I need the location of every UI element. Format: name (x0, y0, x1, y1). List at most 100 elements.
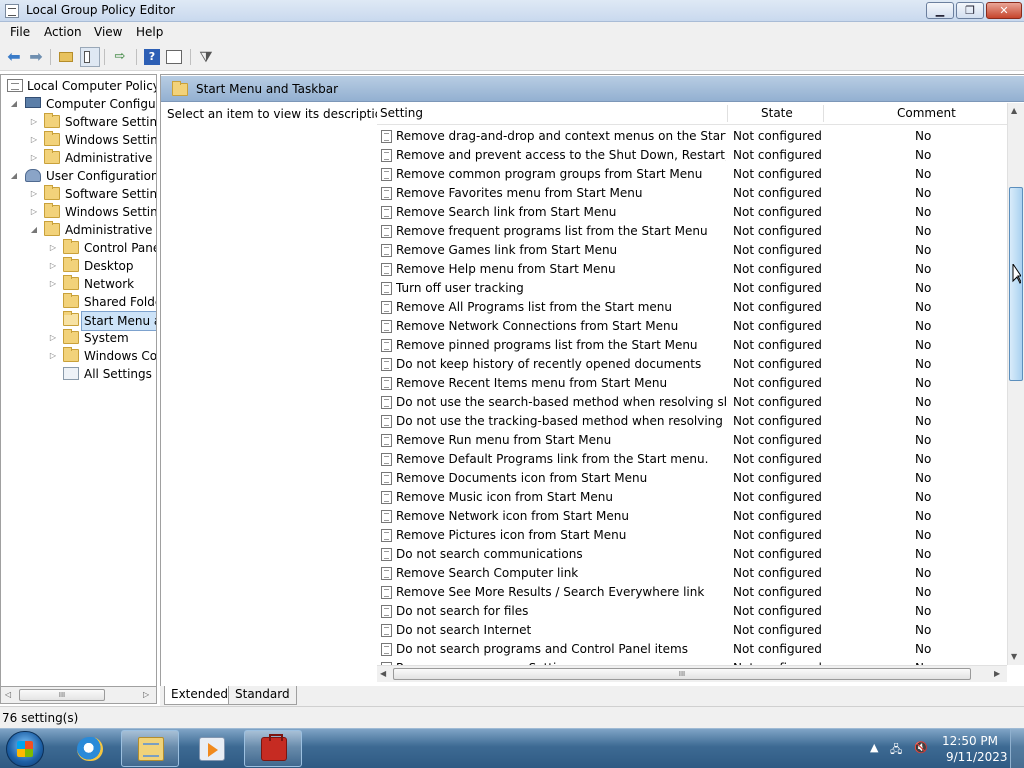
tree-node-desktop[interactable]: ▷ Desktop (3, 257, 156, 275)
expand-icon[interactable]: ▷ (29, 113, 39, 131)
tree-node-network[interactable]: ▷ Network (3, 275, 156, 293)
expand-icon[interactable]: ▷ (48, 239, 58, 257)
taskbar-button-media-player[interactable] (182, 730, 240, 767)
setting-row[interactable]: Remove common program groups from Start … (377, 165, 1007, 184)
collapse-icon[interactable]: ◢ (9, 167, 19, 185)
tree-node-windows-settings[interactable]: ▷ Windows Setting (3, 203, 156, 221)
show-desktop-button[interactable] (1010, 729, 1024, 768)
scroll-thumb[interactable] (1009, 187, 1023, 381)
setting-row[interactable]: Remove Recent Items menu from Start Menu… (377, 374, 1007, 393)
close-button[interactable]: ✕ (986, 2, 1022, 19)
setting-row[interactable]: Remove Help menu from Start Menu Not conf… (377, 260, 1007, 279)
tree-node-software-settings[interactable]: ▷ Software Settings (3, 113, 156, 131)
tree-node-administrative-templates[interactable]: ◢ Administrative Te (3, 221, 156, 239)
setting-row[interactable]: Remove Favorites menu from Start Menu Not… (377, 184, 1007, 203)
menu-view[interactable]: View (94, 25, 122, 39)
taskbar-button-explorer[interactable] (121, 730, 179, 767)
start-button[interactable] (6, 731, 44, 767)
scroll-up-arrow-icon[interactable]: ▲ (1011, 106, 1017, 115)
tab-extended[interactable]: Extended (164, 686, 235, 705)
clock-time[interactable]: 12:50 PM (942, 734, 998, 748)
clock-date[interactable]: 9/11/2023 (946, 750, 1008, 764)
list-vertical-scrollbar[interactable]: ▲ ▼ (1007, 103, 1024, 665)
tab-standard[interactable]: Standard (228, 686, 297, 705)
setting-row[interactable]: Do not keep history of recently opened d… (377, 355, 1007, 374)
show-hidden-icons-icon[interactable]: ▲ (870, 741, 878, 754)
tree-node-start-menu-and-taskbar[interactable]: Start Menu ar (3, 311, 156, 331)
network-icon[interactable]: 🖧 (890, 741, 902, 760)
export-list-icon[interactable]: ⇨ (110, 47, 130, 67)
minimize-button[interactable]: ▁ (926, 2, 954, 19)
expand-icon[interactable]: ▷ (29, 203, 39, 221)
properties-icon[interactable] (164, 47, 184, 67)
expand-icon[interactable]: ▷ (48, 347, 58, 365)
setting-row[interactable]: Do not use the search-based method when … (377, 393, 1007, 412)
filter-icon[interactable]: ⧩ (196, 47, 216, 67)
setting-row[interactable]: Do not search programs and Control Panel… (377, 640, 1007, 659)
gpedit-app-icon[interactable] (5, 4, 19, 18)
setting-row[interactable]: Do not use the tracking-based method whe… (377, 412, 1007, 431)
forward-arrow-icon[interactable]: ➡ (26, 47, 46, 67)
setting-row[interactable]: Do not search communications Not configur… (377, 545, 1007, 564)
column-divider[interactable] (727, 105, 728, 122)
back-arrow-icon[interactable]: ⬅ (4, 47, 24, 67)
setting-row[interactable]: Remove Documents icon from Start Menu Not… (377, 469, 1007, 488)
setting-row[interactable]: Remove Network Connections from Start Me… (377, 317, 1007, 336)
tree-node-system[interactable]: ▷ System (3, 329, 156, 347)
column-setting[interactable]: Setting (380, 106, 423, 120)
setting-row[interactable]: Remove Network icon from Start Menu Not c… (377, 507, 1007, 526)
setting-row[interactable]: Remove Music icon from Start Menu Not con… (377, 488, 1007, 507)
setting-row[interactable]: Remove pinned programs list from the Sta… (377, 336, 1007, 355)
tree-node-user-configuration[interactable]: ◢ User Configuration (3, 167, 156, 185)
setting-row[interactable]: Do not search for files Not configured No (377, 602, 1007, 621)
setting-row[interactable]: Turn off user tracking Not configured No (377, 279, 1007, 298)
tree-node-local-computer-policy[interactable]: Local Computer Policy (3, 77, 156, 95)
menu-file[interactable]: File (10, 25, 30, 39)
setting-row[interactable]: Do not search Internet Not configured No (377, 621, 1007, 640)
menu-help[interactable]: Help (136, 25, 163, 39)
maximize-button[interactable]: ❐ (956, 2, 984, 19)
setting-row[interactable]: Remove Pictures icon from Start Menu Not … (377, 526, 1007, 545)
volume-muted-icon[interactable]: 🔇 (914, 741, 928, 754)
scroll-right-arrow-icon[interactable]: ▶ (994, 669, 1000, 678)
setting-row[interactable]: Remove Games link from Start Menu Not con… (377, 241, 1007, 260)
expand-icon[interactable]: ▷ (48, 329, 58, 347)
setting-row[interactable]: Remove Run menu from Start Menu Not confi… (377, 431, 1007, 450)
tree-node-administrative-templates[interactable]: ▷ Administrative Te (3, 149, 156, 167)
help-icon[interactable]: ? (142, 47, 162, 67)
menu-action[interactable]: Action (44, 25, 82, 39)
scroll-thumb[interactable]: III (393, 668, 971, 680)
column-state[interactable]: State (761, 106, 793, 120)
tree-node-software-settings[interactable]: ▷ Software Settings (3, 185, 156, 203)
taskbar-button-ie[interactable] (60, 730, 118, 767)
expand-icon[interactable]: ▷ (48, 275, 58, 293)
expand-icon[interactable]: ▷ (29, 131, 39, 149)
column-comment[interactable]: Comment (897, 106, 956, 120)
scroll-left-arrow-icon[interactable]: ◀ (380, 669, 386, 678)
tree-node-control-panel[interactable]: ▷ Control Panel (3, 239, 156, 257)
setting-row[interactable]: Remove All Programs list from the Start … (377, 298, 1007, 317)
tree-node-shared-folders[interactable]: Shared Folder (3, 293, 156, 311)
setting-row[interactable]: Remove drag-and-drop and context menus o… (377, 127, 1007, 146)
tree-node-all-settings[interactable]: All Settings (3, 365, 156, 383)
scroll-left-arrow-icon[interactable]: ◁ (5, 690, 11, 699)
expand-icon[interactable]: ▷ (48, 257, 58, 275)
setting-row[interactable]: Remove frequent programs list from the S… (377, 222, 1007, 241)
list-horizontal-scrollbar[interactable]: ◀ III ▶ (377, 665, 1007, 682)
setting-row[interactable]: Remove See More Results / Search Everywh… (377, 583, 1007, 602)
column-divider[interactable] (823, 105, 824, 122)
expand-icon[interactable]: ▷ (29, 185, 39, 203)
setting-row[interactable]: Remove Default Programs link from the St… (377, 450, 1007, 469)
scroll-thumb[interactable]: III (19, 689, 105, 701)
scroll-down-arrow-icon[interactable]: ▼ (1011, 652, 1017, 661)
expand-icon[interactable]: ▷ (29, 149, 39, 167)
tree-node-computer-configuration[interactable]: ◢ Computer Configura (3, 95, 156, 113)
collapse-icon[interactable]: ◢ (9, 95, 19, 113)
scroll-right-arrow-icon[interactable]: ▷ (143, 690, 149, 699)
tree-node-windows-settings[interactable]: ▷ Windows Setting (3, 131, 156, 149)
collapse-icon[interactable]: ◢ (29, 221, 39, 239)
up-folder-icon[interactable] (56, 47, 76, 67)
tree-horizontal-scrollbar[interactable]: ◁ III ▷ (0, 686, 157, 704)
tree-node-windows-components[interactable]: ▷ Windows Cor (3, 347, 156, 365)
setting-row[interactable]: Remove and prevent access to the Shut Do… (377, 146, 1007, 165)
